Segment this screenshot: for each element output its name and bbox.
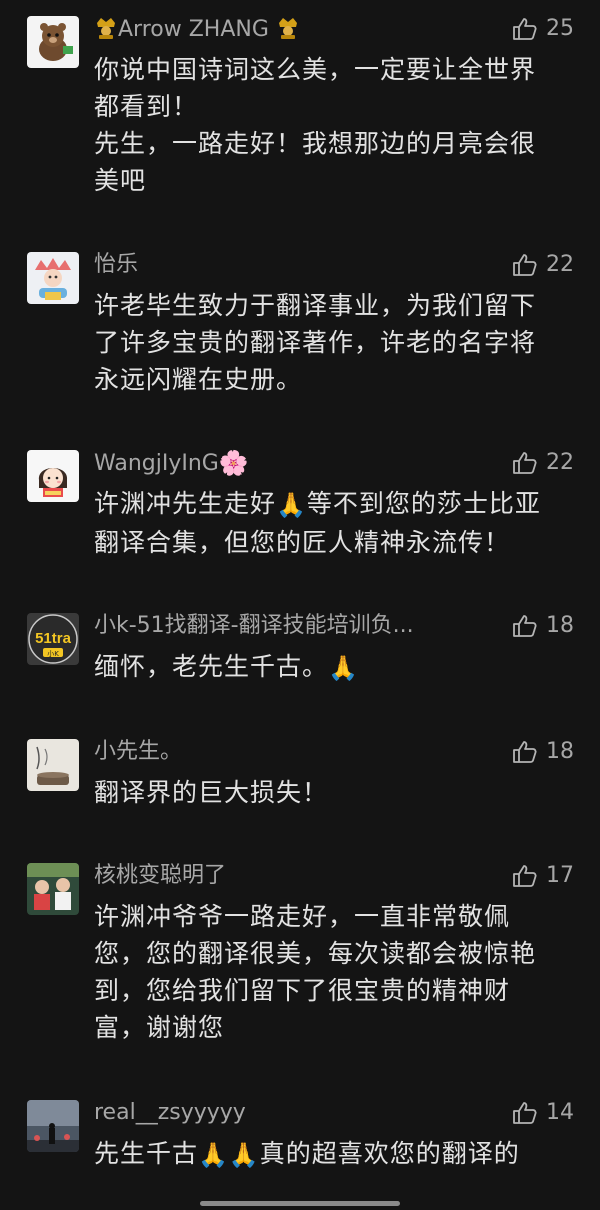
like-button[interactable]: 18 — [512, 611, 574, 641]
like-button[interactable]: 17 — [512, 861, 574, 891]
username[interactable]: real__zsyyyyy — [94, 1098, 246, 1128]
thumbs-up-icon — [513, 615, 537, 637]
avatar[interactable] — [27, 863, 79, 915]
thumbs-up-icon — [513, 865, 537, 887]
username[interactable]: WangjIyInG🌸 — [94, 448, 249, 479]
like-count: 22 — [546, 450, 574, 475]
like-count: 25 — [546, 16, 574, 41]
username[interactable]: 小k-51找翻译-翻译技能培训负... — [94, 611, 414, 641]
comment-text: 许渊冲先生走好🙏等不到您的莎士比亚 翻译合集，但您的匠人精神永流传！ — [94, 489, 541, 557]
praying-hands-icon: 🙏 — [328, 654, 359, 682]
crown-badge-icon — [276, 14, 300, 49]
comment-text: 许渊冲爷爷一路走好，一直非常敬佩 您，您的翻译很美，每次读都会被惊艳 到，您给我… — [94, 902, 537, 1042]
like-button[interactable]: 22 — [512, 250, 574, 280]
username[interactable]: 核桃变聪明了 — [94, 861, 226, 891]
like-count: 17 — [546, 863, 574, 888]
like-button[interactable]: 18 — [512, 737, 574, 767]
like-button[interactable]: 14 — [512, 1098, 574, 1128]
thumbs-up-icon — [513, 254, 537, 276]
avatar[interactable]: 51tra 小K — [27, 613, 79, 665]
comment-text: 缅怀，老先生千古。🙏 — [94, 648, 572, 687]
avatar[interactable] — [27, 1100, 79, 1152]
comment-text: 先生千古🙏🙏真的超喜欢您的翻译的 — [94, 1135, 572, 1174]
thumbs-up-icon — [513, 1102, 537, 1124]
thumbs-up-icon — [513, 741, 537, 763]
crown-badge-icon — [94, 14, 118, 49]
like-button[interactable]: 22 — [512, 448, 574, 478]
praying-hands-icon: 🙏 — [276, 491, 307, 519]
username[interactable]: 怡乐 — [94, 250, 138, 280]
thumbs-up-icon — [513, 18, 537, 40]
thumbs-up-icon — [513, 452, 537, 474]
like-count: 18 — [546, 739, 574, 764]
home-indicator[interactable] — [200, 1201, 400, 1206]
praying-hands-icon: 🙏🙏 — [198, 1141, 260, 1169]
avatar-logo-text: 51tra — [35, 630, 72, 647]
avatar[interactable] — [27, 252, 79, 304]
like-count: 22 — [546, 252, 574, 277]
avatar-logo-subtext: 小K — [47, 649, 59, 658]
cherry-blossom-icon: 🌸 — [218, 449, 249, 477]
like-count: 18 — [546, 613, 574, 638]
username[interactable]: Arrow ZHANG — [94, 14, 300, 49]
avatar[interactable] — [27, 739, 79, 791]
like-button[interactable]: 25 — [512, 14, 574, 44]
avatar[interactable] — [27, 450, 79, 502]
comment-text: 许老毕生致力于翻译事业，为我们留下 了许多宝贵的翻译著作，许老的名字将 永远闪耀… — [94, 291, 537, 394]
comment-text: 翻译界的巨大损失！ — [94, 778, 329, 807]
avatar[interactable] — [27, 16, 79, 68]
like-count: 14 — [546, 1100, 574, 1125]
comment-text: 你说中国诗词这么美，一定要让全世界 都看到！ 先生，一路走好！我想那边的月亮会很… — [94, 55, 537, 195]
username[interactable]: 小先生。 — [94, 737, 182, 767]
